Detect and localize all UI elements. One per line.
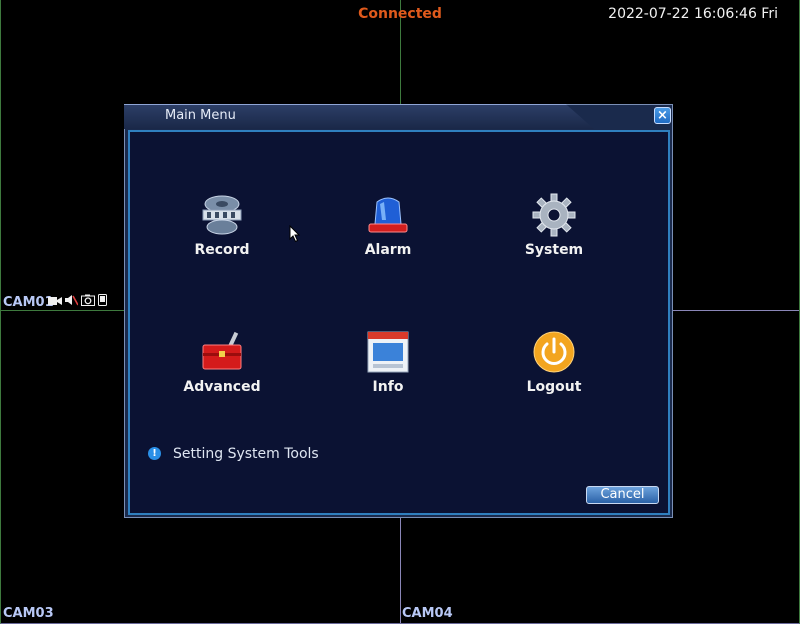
toolbox-icon [202, 331, 242, 370]
advanced-tile[interactable]: Advanced [167, 329, 277, 395]
system-tile[interactable]: System [499, 192, 609, 258]
alarm-tile[interactable]: Alarm [333, 192, 443, 258]
info-label: Info [372, 379, 404, 395]
close-button[interactable]: × [654, 107, 671, 124]
info-bullet-icon: ! [148, 447, 161, 460]
system-label: System [524, 242, 584, 258]
info-tile[interactable]: Info [333, 329, 443, 395]
camera-icon [48, 295, 62, 309]
camera-status-icons [48, 294, 107, 309]
record-label: Record [194, 242, 250, 258]
film-reel-icon [202, 195, 242, 235]
advanced-label: Advanced [183, 379, 261, 395]
logout-label: Logout [526, 379, 582, 395]
audio-muted-icon [65, 294, 79, 309]
camera-label-cam04[interactable]: CAM04 [402, 606, 453, 621]
dialog-title: Main Menu [165, 108, 236, 123]
hint-text: Setting System Tools [173, 446, 319, 462]
gear-icon [532, 193, 576, 237]
snapshot-icon [81, 294, 95, 309]
record-tile[interactable]: Record [167, 192, 277, 258]
cancel-button[interactable]: Cancel [586, 486, 659, 504]
alarm-label: Alarm [364, 242, 412, 258]
power-icon [533, 331, 575, 373]
logout-tile[interactable]: Logout [499, 329, 609, 395]
phone-icon [98, 294, 107, 309]
mouse-pointer-icon [289, 225, 301, 243]
camera-label-cam03[interactable]: CAM03 [3, 606, 54, 621]
camera-label-cam01[interactable]: CAM01 [3, 295, 54, 310]
close-icon: × [657, 108, 668, 123]
siren-icon [368, 197, 408, 233]
date-time-display: 2022-07-22 16:06:46 Fri [608, 6, 778, 22]
window-info-icon [367, 331, 409, 373]
